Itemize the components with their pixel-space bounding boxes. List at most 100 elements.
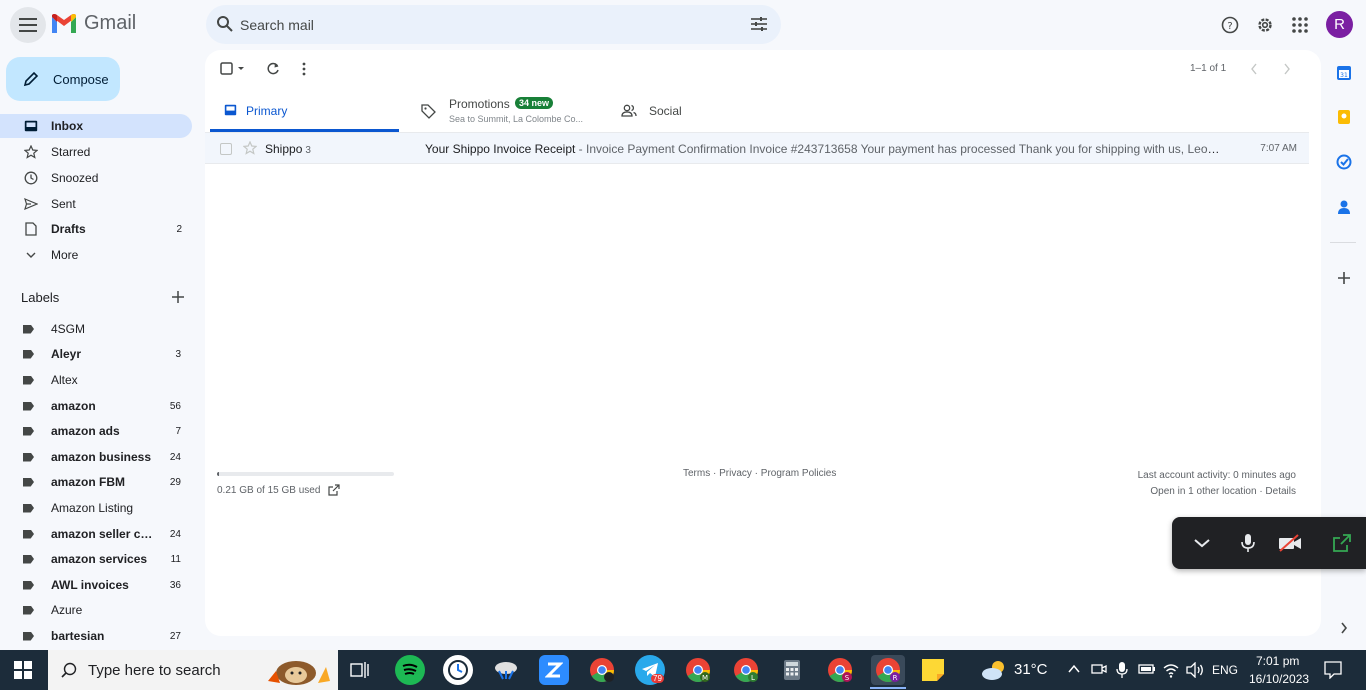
add-label-button[interactable] xyxy=(169,288,187,306)
label-item[interactable]: amazon seller cen... 24 xyxy=(0,523,192,545)
microphone-tray-icon[interactable] xyxy=(1116,661,1128,679)
windows-taskbar: Type here to search 79 M L S R 31°C ENG … xyxy=(0,650,1366,690)
apps-button[interactable] xyxy=(1285,10,1315,40)
label-item[interactable]: Azure xyxy=(0,599,192,621)
label-item[interactable]: Aleyr 3 xyxy=(0,343,192,365)
chrome-profile-s-icon[interactable]: S xyxy=(825,655,855,685)
keep-app-button[interactable] xyxy=(1333,106,1355,128)
label-item[interactable]: amazon business 24 xyxy=(0,446,192,468)
sidebar-item-starred[interactable]: Starred xyxy=(0,140,192,164)
label-item[interactable]: Amazon Listing xyxy=(0,497,192,519)
other-location-details[interactable]: Open in 1 other location · Details xyxy=(1138,484,1296,500)
footer-links[interactable]: Terms · Privacy · Program Policies xyxy=(683,468,836,479)
tab-promotions[interactable]: Promotions 34 new Sea to Summit, La Colo… xyxy=(415,94,615,132)
label-tag-icon xyxy=(23,452,34,462)
weather-temperature[interactable]: 31°C xyxy=(1014,661,1048,678)
search-icon[interactable] xyxy=(216,15,234,33)
refresh-button[interactable] xyxy=(266,59,280,79)
label-item[interactable]: amazon FBM 29 xyxy=(0,471,192,493)
telegram-app-icon[interactable]: 79 xyxy=(635,655,665,685)
sidebar-item-inbox[interactable]: Inbox xyxy=(0,114,192,138)
more-actions-button[interactable] xyxy=(302,59,306,79)
star-icon[interactable] xyxy=(243,141,257,155)
chrome-profile-m-icon[interactable]: M xyxy=(683,655,713,685)
draft-icon xyxy=(20,222,42,236)
taskbar-time[interactable]: 7:01 pm xyxy=(1256,654,1299,668)
contacts-icon xyxy=(1338,200,1350,214)
sticky-notes-app-icon[interactable] xyxy=(918,655,948,685)
input-language[interactable]: ENG xyxy=(1212,663,1238,677)
chevron-up-icon[interactable] xyxy=(1068,664,1080,674)
label-item[interactable]: amazon ads 7 xyxy=(0,420,192,442)
sender-name: Shippo xyxy=(265,142,303,156)
svg-text:S: S xyxy=(845,674,850,682)
search-options-icon[interactable] xyxy=(751,16,767,32)
open-external-icon[interactable] xyxy=(328,484,341,496)
label-tag-icon xyxy=(23,401,34,411)
chrome-app-icon[interactable] xyxy=(587,655,617,685)
email-row[interactable]: Shippo 3 Your Shippo Invoice Receipt - In… xyxy=(205,132,1309,164)
pinned-app-icon[interactable] xyxy=(491,655,521,685)
label-tag-icon xyxy=(23,349,34,359)
wifi-icon[interactable] xyxy=(1162,662,1180,678)
sidebar-item-more[interactable]: More xyxy=(0,243,192,267)
label-item[interactable]: Altex xyxy=(0,369,192,391)
gmail-m-icon xyxy=(52,13,76,33)
email-sender: Shippo 3 xyxy=(265,142,311,156)
chrome-profile-l-icon[interactable]: L xyxy=(731,655,761,685)
sidebar-item-sent[interactable]: Sent xyxy=(0,192,192,216)
microphone-button[interactable] xyxy=(1236,531,1260,555)
support-button[interactable]: ? xyxy=(1215,10,1245,40)
collapse-button[interactable] xyxy=(1190,531,1214,555)
meet-indicator-icon[interactable] xyxy=(1091,661,1107,677)
clock-app-icon[interactable] xyxy=(443,655,473,685)
search-input[interactable] xyxy=(240,5,720,44)
label-item[interactable]: 4SGM xyxy=(0,318,192,340)
get-addons-button[interactable] xyxy=(1333,267,1355,289)
label-item[interactable]: amazon 56 xyxy=(0,395,192,417)
chrome-profile-r-icon[interactable]: R xyxy=(871,655,905,685)
tab-primary[interactable]: Primary xyxy=(210,94,399,132)
select-all-checkbox[interactable] xyxy=(220,59,246,79)
hedgehog-doodle-icon[interactable] xyxy=(260,653,336,687)
compose-button[interactable]: Compose xyxy=(6,57,120,101)
calendar-app-button[interactable]: 31 xyxy=(1333,62,1355,84)
label-item[interactable]: AWL invoices 36 xyxy=(0,574,192,596)
task-view-icon[interactable] xyxy=(350,661,370,679)
spotify-app-icon[interactable] xyxy=(395,655,425,685)
account-avatar[interactable]: R xyxy=(1326,11,1353,38)
volume-icon[interactable] xyxy=(1186,662,1204,678)
sidebar-item-drafts[interactable]: Drafts 2 xyxy=(0,217,192,241)
label-item[interactable]: amazon services 11 xyxy=(0,548,192,570)
calendar-icon: 31 xyxy=(1337,66,1351,80)
open-in-new-button[interactable] xyxy=(1330,531,1354,555)
zoom-app-icon[interactable] xyxy=(539,655,569,685)
label-count: 7 xyxy=(175,425,181,437)
notifications-icon[interactable] xyxy=(1324,661,1342,679)
pencil-icon xyxy=(23,71,39,87)
label-item[interactable]: bartesian 27 xyxy=(0,625,192,647)
sidebar-item-snoozed[interactable]: Snoozed xyxy=(0,166,192,190)
tab-social[interactable]: Social xyxy=(615,94,765,132)
sidebar-item-label: Drafts xyxy=(51,222,86,236)
weather-cloud-icon[interactable] xyxy=(980,659,1008,681)
search-bar[interactable] xyxy=(206,5,781,44)
battery-icon[interactable] xyxy=(1138,663,1156,675)
settings-button[interactable] xyxy=(1250,10,1280,40)
tasks-app-button[interactable] xyxy=(1333,151,1355,173)
older-button[interactable] xyxy=(1283,59,1291,79)
taskbar-date[interactable]: 16/10/2023 xyxy=(1249,672,1309,686)
calculator-app-icon[interactable] xyxy=(777,655,807,685)
taskbar-search[interactable]: Type here to search xyxy=(48,650,338,690)
label-count: 36 xyxy=(169,579,181,591)
email-checkbox[interactable] xyxy=(220,143,232,155)
main-menu-button[interactable] xyxy=(10,7,46,43)
search-icon xyxy=(61,662,77,678)
newer-button[interactable] xyxy=(1250,59,1258,79)
gmail-logo[interactable]: Gmail xyxy=(50,12,136,35)
tab-senders-preview: Sea to Summit, La Colombe Co... xyxy=(449,114,584,124)
hide-side-panel-button[interactable] xyxy=(1333,617,1355,639)
contacts-app-button[interactable] xyxy=(1333,196,1355,218)
windows-start-icon[interactable] xyxy=(14,661,32,679)
camera-button[interactable] xyxy=(1278,531,1302,555)
